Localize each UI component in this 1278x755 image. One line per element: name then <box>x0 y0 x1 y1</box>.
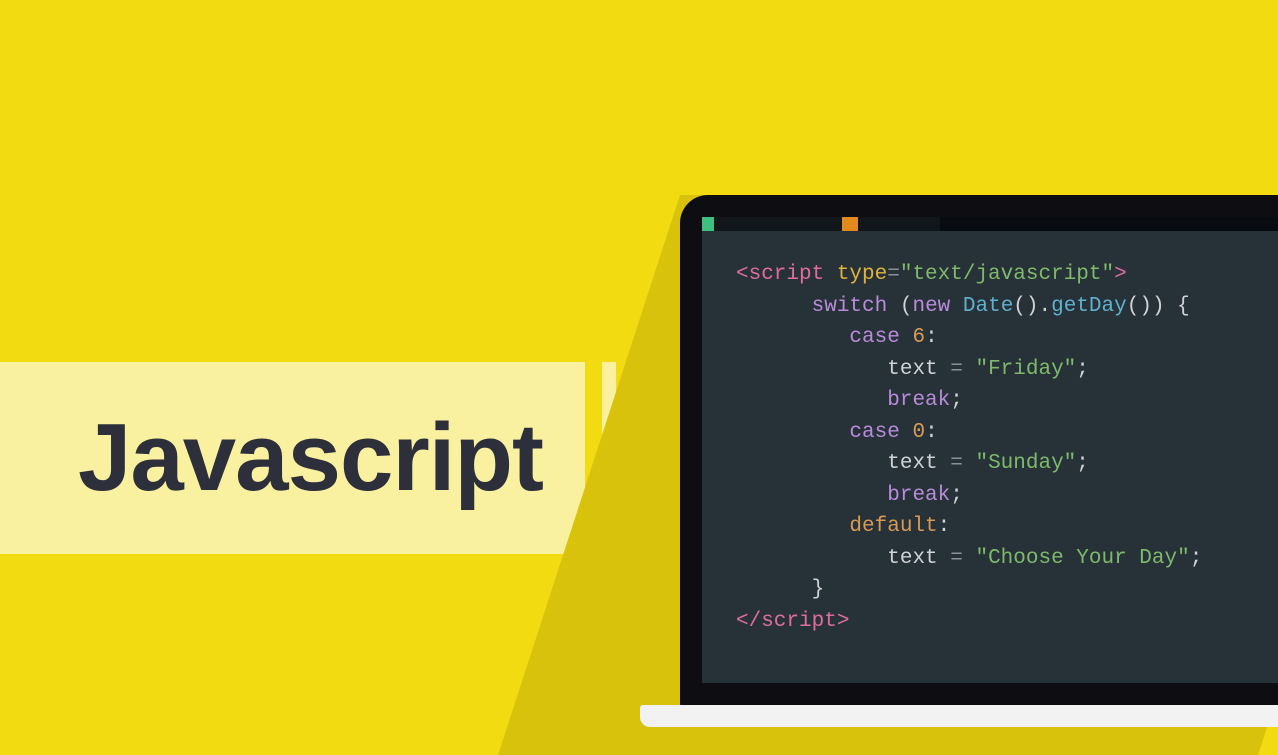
code-eq: = <box>887 263 900 286</box>
title-band: Javascript <box>0 362 585 554</box>
code-semi: ; <box>1190 547 1203 570</box>
code-tag-close: </script <box>736 610 837 633</box>
laptop-base <box>640 705 1278 727</box>
code-chain: (). <box>1013 295 1051 318</box>
tab-indicator-orange <box>842 217 858 231</box>
tab-indicator-dark <box>940 217 1278 231</box>
code-text-var: text <box>887 547 950 570</box>
code-str-type: "text/javascript" <box>900 263 1114 286</box>
code-str-friday: "Friday" <box>975 358 1076 381</box>
code-paren: ( <box>887 295 912 318</box>
code-case-0: case <box>849 421 899 444</box>
code-assign: = <box>950 358 975 381</box>
laptop-screen: <script type="text/javascript"> switch (… <box>702 217 1278 683</box>
code-break: break <box>887 484 950 507</box>
code-text-var: text <box>887 358 950 381</box>
title-text: Javascript <box>78 403 543 513</box>
code-switch: switch <box>812 295 888 318</box>
code-num-6: 6 <box>900 326 925 349</box>
code-getday: getDay <box>1051 295 1127 318</box>
code-str-choose: "Choose Your Day" <box>975 547 1189 570</box>
code-colon: : <box>925 326 938 349</box>
code-text-var: text <box>887 452 950 475</box>
code-tag-gt: > <box>1114 263 1127 286</box>
code-new: new <box>912 295 950 318</box>
code-colon: : <box>925 421 938 444</box>
code-brace-open: ()) { <box>1127 295 1190 318</box>
code-attr-type: type <box>824 263 887 286</box>
code-default: default <box>849 515 937 538</box>
code-semi: ; <box>1076 452 1089 475</box>
code-date: Date <box>950 295 1013 318</box>
code-semi: ; <box>1076 358 1089 381</box>
code-tag-open: <script <box>736 263 824 286</box>
code-assign: = <box>950 547 975 570</box>
code-tag-gt: > <box>837 610 850 633</box>
code-assign: = <box>950 452 975 475</box>
code-colon: : <box>938 515 951 538</box>
code-semi: ; <box>950 484 963 507</box>
code-str-sunday: "Sunday" <box>975 452 1076 475</box>
code-case-6: case <box>849 326 899 349</box>
tab-indicator-green <box>702 217 714 231</box>
code-brace-close: } <box>812 578 825 601</box>
laptop-illustration: <script type="text/javascript"> switch (… <box>680 195 1278 755</box>
laptop-bezel: <script type="text/javascript"> switch (… <box>680 195 1278 705</box>
code-semi: ; <box>950 389 963 412</box>
code-break: break <box>887 389 950 412</box>
code-num-0: 0 <box>900 421 925 444</box>
code-block: <script type="text/javascript"> switch (… <box>702 231 1278 637</box>
editor-tab-bar <box>702 217 1278 231</box>
